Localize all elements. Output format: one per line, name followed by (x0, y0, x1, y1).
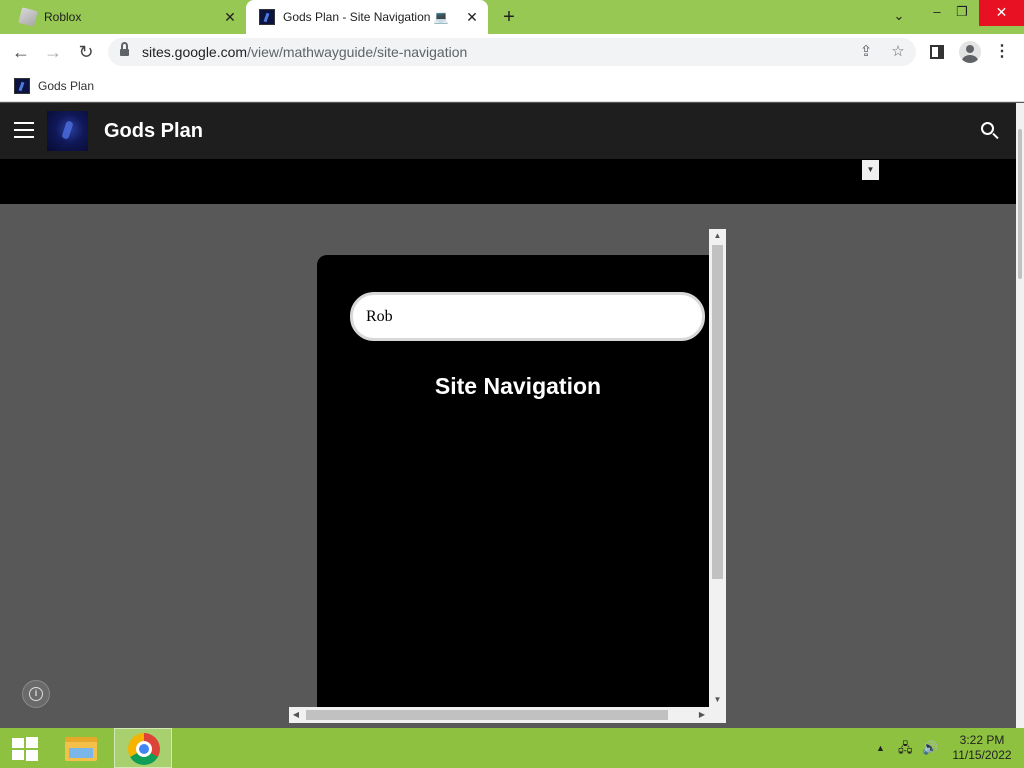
reload-icon[interactable]: ↻ (74, 40, 98, 64)
bookmark-gods-plan[interactable]: Gods Plan (14, 76, 94, 96)
embed-horizontal-scrollbar[interactable]: ◀ ▶ (289, 707, 726, 723)
page-scrollbar[interactable] (1016, 103, 1024, 728)
address-bar[interactable]: sites.google.com/view/mathwayguide/site-… (108, 38, 916, 66)
scrollbar-thumb[interactable] (1018, 129, 1022, 279)
url-text: sites.google.com/view/mathwayguide/site-… (142, 38, 467, 66)
embed-heading: Site Navigation (434, 373, 602, 399)
scrollbar-thumb[interactable] (306, 710, 668, 720)
close-icon[interactable]: ✕ (222, 9, 238, 25)
profile-avatar-icon[interactable] (959, 41, 981, 63)
volume-icon[interactable]: 🔊 (922, 728, 938, 768)
side-panel-icon[interactable] (927, 42, 947, 62)
network-icon[interactable]: 🖧 (898, 728, 913, 768)
tab-strip: Roblox ✕ Gods Plan - Site Navigation 💻 ✕… (0, 0, 1024, 34)
site-logo[interactable] (47, 111, 88, 151)
info-icon[interactable]: i (22, 680, 50, 708)
tab-title: Roblox (44, 10, 82, 24)
tab-title: Gods Plan - Site Navigation 💻 (283, 10, 449, 24)
close-icon[interactable]: ✕ (464, 9, 480, 25)
search-icon[interactable] (980, 121, 1000, 141)
new-tab-button[interactable]: + (498, 6, 520, 28)
url-path: /view/mathwayguide/site-navigation (247, 44, 468, 60)
window-close-button[interactable]: ✕ (979, 0, 1024, 26)
file-explorer-icon[interactable] (53, 728, 111, 768)
show-hidden-icons-icon[interactable]: ▲ (876, 728, 885, 768)
embed-search-input[interactable]: Rob (350, 292, 705, 341)
embed-panel: Rob Site Navigation (317, 255, 709, 707)
back-arrow-icon[interactable]: ← (9, 40, 33, 64)
share-icon[interactable]: ⇪ (856, 42, 876, 62)
lock-icon[interactable] (120, 42, 129, 56)
tab-roblox[interactable]: Roblox ✕ (0, 0, 246, 34)
site-favicon-icon (14, 78, 30, 94)
site-title[interactable]: Gods Plan (104, 103, 203, 159)
chrome-icon[interactable] (114, 728, 172, 768)
roblox-favicon-icon (18, 7, 38, 27)
clock-date: 11/15/2022 (952, 748, 1012, 762)
scrollbar-thumb[interactable] (712, 245, 723, 579)
bookmark-label: Gods Plan (38, 79, 95, 93)
embedded-frame: Rob Site Navigation ▲ ▼ ◀ ▶ (289, 229, 726, 723)
tab-search-chevron-icon[interactable]: ⌄ (888, 4, 910, 30)
hamburger-menu-icon[interactable] (14, 122, 34, 138)
kebab-menu-icon[interactable]: ⋮ (992, 42, 1012, 62)
scroll-down-arrow-icon[interactable]: ▼ (709, 693, 726, 707)
system-clock[interactable]: 3:22 PM 11/15/2022 (948, 733, 1016, 763)
bookmark-star-icon[interactable]: ☆ (888, 42, 908, 62)
site-header: Gods Plan (0, 103, 1016, 159)
url-host: sites.google.com (142, 44, 248, 60)
taskbar: ▲ 🖧 🔊 3:22 PM 11/15/2022 (0, 728, 1024, 768)
browser-toolbar: ← → ↻ sites.google.com/view/mathwayguide… (0, 34, 1024, 70)
minimize-button[interactable]: – (926, 0, 948, 26)
embed-vertical-scrollbar[interactable]: ▲ ▼ (709, 229, 726, 707)
tab-gods-plan[interactable]: Gods Plan - Site Navigation 💻 ✕ (246, 0, 488, 34)
dropdown-arrow-icon[interactable]: ▼ (862, 160, 879, 180)
site-favicon-icon (259, 9, 275, 25)
scroll-left-arrow-icon[interactable]: ◀ (289, 707, 303, 723)
clock-time: 3:22 PM (959, 733, 1005, 747)
windows-start-icon[interactable] (10, 736, 38, 761)
scroll-up-arrow-icon[interactable]: ▲ (709, 229, 726, 243)
forward-arrow-icon[interactable]: → (41, 40, 65, 64)
bookmarks-bar: Gods Plan (0, 70, 1024, 102)
restore-button[interactable]: ❐ (951, 0, 973, 26)
scroll-right-arrow-icon[interactable]: ▶ (695, 707, 709, 723)
